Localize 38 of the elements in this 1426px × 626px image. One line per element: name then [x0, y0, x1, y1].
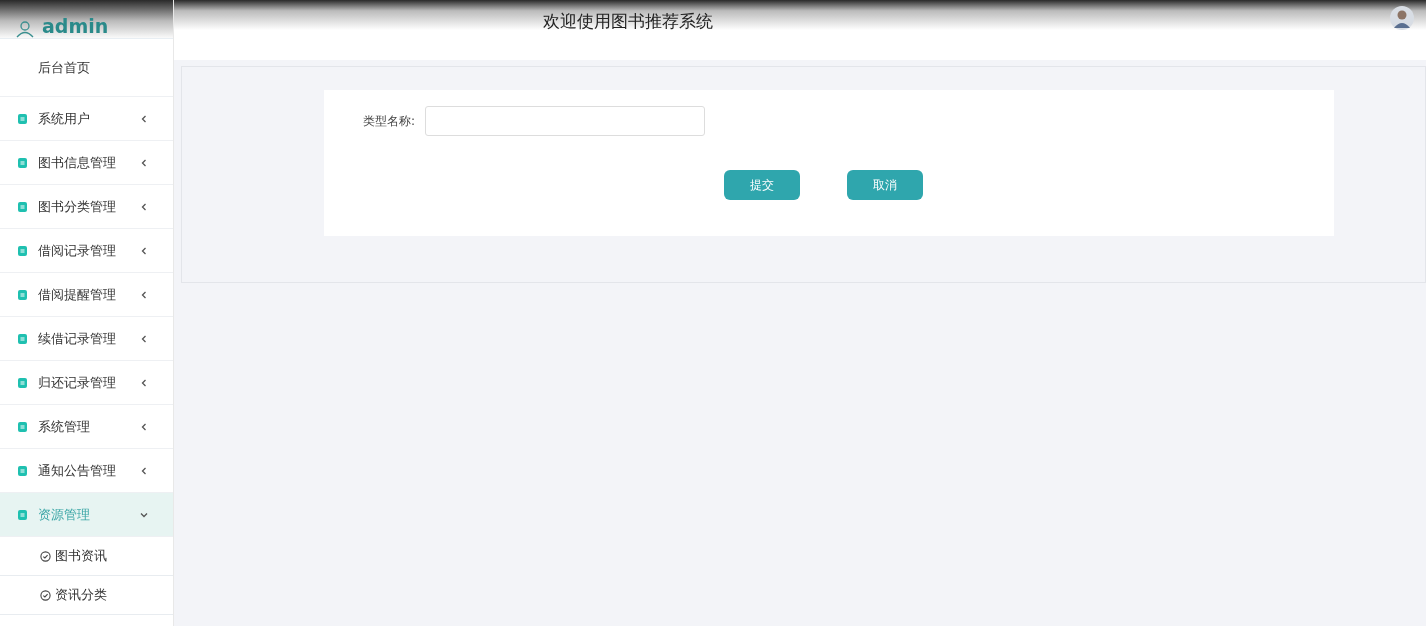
chevron-icon	[139, 201, 149, 212]
document-icon	[18, 157, 27, 168]
chevron-icon	[139, 157, 149, 168]
user-icon	[16, 20, 34, 38]
document-icon	[18, 245, 27, 256]
chevron-icon	[139, 333, 149, 344]
chevron-icon	[139, 113, 149, 124]
sidebar-menu-item[interactable]: 系统管理	[0, 405, 173, 449]
field-label: 类型名称:	[363, 112, 416, 130]
username: admin	[42, 14, 109, 38]
document-icon	[18, 201, 27, 212]
sidebar-menu-item[interactable]: 归还记录管理	[0, 361, 173, 405]
sidebar-menu-item[interactable]: 图书信息管理	[0, 141, 173, 185]
chevron-icon	[139, 421, 149, 432]
document-icon	[18, 509, 27, 520]
document-icon	[18, 289, 27, 300]
check-circle-icon	[40, 589, 51, 601]
check-circle-icon	[40, 550, 51, 562]
page-title: 欢迎使用图书推荐系统	[543, 10, 713, 33]
document-icon	[18, 113, 27, 124]
chevron-icon	[139, 377, 149, 388]
document-icon	[18, 377, 27, 388]
document-icon	[18, 421, 27, 432]
sidebar-submenu-item[interactable]: 资讯分类	[0, 576, 173, 615]
sidebar-menu-item[interactable]: 续借记录管理	[0, 317, 173, 361]
document-icon	[18, 333, 27, 344]
document-icon	[18, 465, 27, 476]
chevron-icon	[139, 289, 149, 300]
sidebar-home-link[interactable]: 后台首页	[0, 39, 173, 97]
sidebar-submenu-item[interactable]: 图书资讯	[0, 537, 173, 576]
input-field[interactable]	[425, 106, 706, 136]
chevron-icon	[139, 465, 149, 476]
avatar-icon[interactable]	[1390, 6, 1414, 30]
sidebar-menu-item[interactable]: 系统用户	[0, 97, 173, 141]
sidebar-menu-item[interactable]: 借阅提醒管理	[0, 273, 173, 317]
chevron-icon	[139, 245, 149, 256]
sidebar-menu-item[interactable]: 借阅记录管理	[0, 229, 173, 273]
sidebar-menu-item[interactable]: 图书分类管理	[0, 185, 173, 229]
